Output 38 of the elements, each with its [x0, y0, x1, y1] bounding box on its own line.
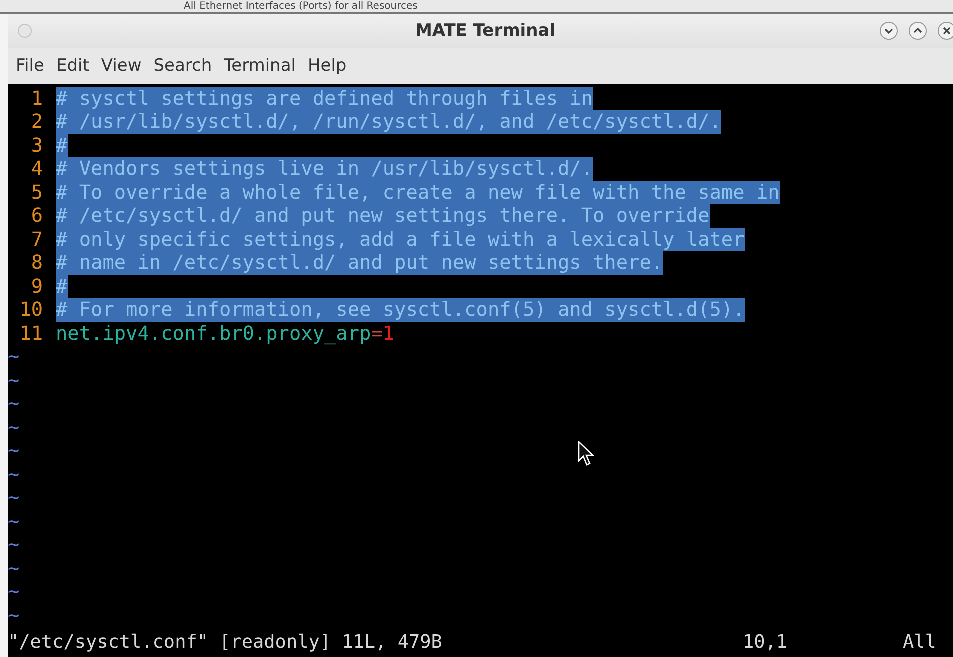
empty-line-marker: ~	[8, 533, 20, 556]
empty-line-marker: ~	[8, 368, 20, 392]
menu-item[interactable]: Edit	[50, 56, 96, 76]
line-number: 8	[30, 251, 44, 274]
empty-line-marker: ~	[8, 580, 20, 604]
empty-line-marker: ~	[8, 486, 20, 510]
line-number: 6	[30, 204, 44, 228]
maximize-icon[interactable]	[908, 20, 928, 41]
menu-item[interactable]: File	[10, 56, 50, 76]
line-number: 11	[18, 322, 44, 345]
empty-line-marker: ~	[8, 556, 20, 580]
menu-item[interactable]: View	[95, 56, 148, 76]
empty-line-marker: ~	[8, 439, 20, 462]
line-number: 10	[18, 298, 44, 322]
cursor-position: 10,1	[743, 632, 789, 652]
menu-item[interactable]: Help	[302, 56, 353, 76]
empty-line-marker: ~	[8, 462, 20, 486]
close-icon[interactable]	[937, 20, 953, 41]
empty-line-marker: ~	[8, 392, 20, 416]
line-number: 3	[30, 134, 44, 157]
mouse-pointer-icon	[578, 440, 596, 466]
empty-line-marker: ~	[8, 604, 20, 627]
status-message: "/etc/sysctl.conf" [readonly] 11L, 479B	[8, 632, 444, 652]
line-number: 2	[30, 110, 44, 134]
empty-line-marker: ~	[8, 510, 20, 533]
line-number: 9	[30, 274, 44, 298]
line-number: 1	[30, 86, 44, 110]
line-number: 7	[30, 228, 44, 251]
line-number: 4	[30, 157, 44, 180]
line-number: 5	[30, 180, 44, 204]
empty-line-marker: ~	[8, 345, 20, 368]
scroll-position: All	[903, 632, 938, 652]
window-title: MATE Terminal	[414, 20, 557, 41]
empty-line-marker: ~	[8, 416, 20, 439]
menu-item[interactable]: Search	[148, 56, 218, 76]
minimize-icon[interactable]	[879, 20, 899, 41]
code-line: net.ipv4.conf.br0.proxy_arp=1	[56, 322, 395, 345]
menu-item[interactable]: Terminal	[218, 56, 302, 76]
